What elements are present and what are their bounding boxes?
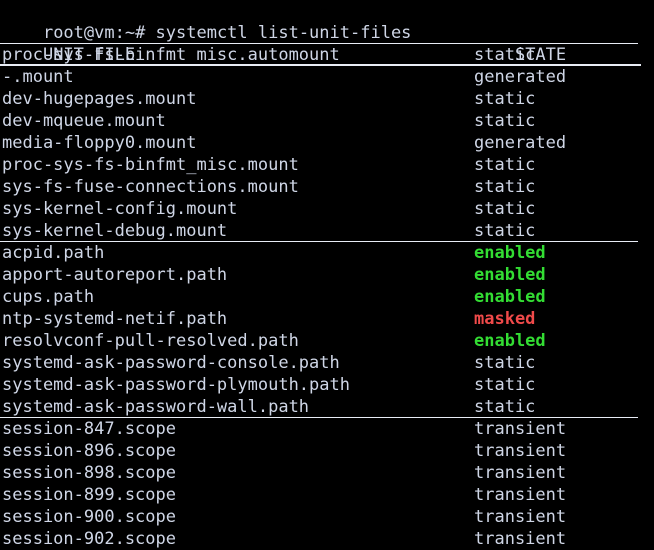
table-header-row: UNIT FILE STATE [0, 22, 654, 65]
unit-state-badge: static [474, 221, 536, 241]
unit-state-badge: transient [474, 485, 567, 505]
table-row: sys-fs-fuse-connections.mount static [0, 176, 654, 198]
table-row: ntp-systemd-netif.path masked [0, 308, 654, 330]
table-row: session-902.scope transient [0, 528, 654, 550]
table-row: session-898.scope transient [0, 462, 654, 484]
unit-file-name: dev-mqueue.mount [2, 111, 166, 131]
table-row: media-floppy0.mount generated [0, 132, 654, 154]
unit-files-table: proc-sys-fs-binfmt misc.automount static -… [0, 44, 654, 550]
unit-file-name: proc-sys-fs-binfmt misc.automount [2, 45, 340, 65]
unit-file-name: session-900.scope [2, 507, 176, 527]
table-row: session-899.scope transient [0, 484, 654, 506]
unit-file-name: resolvconf-pull-resolved.path [2, 331, 299, 351]
table-row: -.mount generated [0, 66, 654, 88]
unit-state-badge: transient [474, 441, 567, 461]
table-row: cups.path enabled [0, 286, 654, 308]
table-row: session-847.scope transient [0, 418, 654, 440]
table-row: apport-autoreport.path enabled [0, 264, 654, 286]
unit-state-badge: transient [474, 463, 567, 483]
table-row: sys-kernel-debug.mount static [0, 220, 654, 242]
unit-file-name: sys-kernel-debug.mount [2, 221, 228, 241]
unit-file-name: proc-sys-fs-binfmt_misc.mount [2, 155, 299, 175]
unit-state-badge: transient [474, 529, 567, 549]
unit-state-badge: static [474, 177, 536, 197]
unit-file-name: systemd-ask-password-plymouth.path [2, 375, 350, 395]
unit-file-name: session-902.scope [2, 529, 176, 549]
unit-state-badge: masked [474, 309, 536, 329]
unit-file-name: ntp-systemd-netif.path [2, 309, 228, 329]
table-row: proc-sys-fs-binfmt misc.automount static [0, 44, 654, 66]
unit-file-name: session-898.scope [2, 463, 176, 483]
unit-state-badge: generated [474, 67, 567, 87]
unit-state-badge: transient [474, 419, 567, 439]
unit-file-name: session-896.scope [2, 441, 176, 461]
unit-state-badge: static [474, 111, 536, 131]
unit-state-badge: enabled [474, 287, 546, 307]
unit-state-badge: enabled [474, 243, 546, 263]
unit-file-name: acpid.path [2, 243, 105, 263]
table-row: dev-hugepages.mount static [0, 88, 654, 110]
unit-file-name: apport-autoreport.path [2, 265, 228, 285]
unit-file-name: cups.path [2, 287, 95, 307]
unit-file-name: sys-kernel-config.mount [2, 199, 238, 219]
unit-state-badge: transient [474, 507, 567, 527]
unit-state-badge: static [474, 353, 536, 373]
unit-file-name: systemd-ask-password-wall.path [2, 397, 310, 417]
unit-state-badge: static [474, 397, 536, 417]
table-row: acpid.path enabled [0, 242, 654, 264]
unit-state-badge: static [474, 89, 536, 109]
table-row: resolvconf-pull-resolved.path enabled [0, 330, 654, 352]
unit-file-name: sys-fs-fuse-connections.mount [2, 177, 299, 197]
terminal-window[interactable]: root@vm:~# systemctl list-unit-files UNI… [0, 0, 654, 550]
unit-file-name: dev-hugepages.mount [2, 89, 197, 109]
unit-state-badge: enabled [474, 331, 546, 351]
unit-state-badge: enabled [474, 265, 546, 285]
table-row: sys-kernel-config.mount static [0, 198, 654, 220]
table-row: proc-sys-fs-binfmt_misc.mount static [0, 154, 654, 176]
unit-file-name: systemd-ask-password-console.path [2, 353, 340, 373]
table-row: session-896.scope transient [0, 440, 654, 462]
unit-state-badge: static [474, 375, 536, 395]
unit-file-name: session-847.scope [2, 419, 176, 439]
table-row: systemd-ask-password-wall.path static [0, 396, 654, 418]
unit-file-name: session-899.scope [2, 485, 176, 505]
unit-state-badge: generated [474, 133, 567, 153]
table-row: systemd-ask-password-plymouth.path static [0, 374, 654, 396]
unit-state-badge: static [474, 155, 536, 175]
prompt-line: root@vm:~# systemctl list-unit-files [0, 0, 654, 43]
unit-state-badge: static [474, 45, 536, 65]
unit-file-name: media-floppy0.mount [2, 133, 197, 153]
table-row: session-900.scope transient [0, 506, 654, 528]
table-row: systemd-ask-password-console.path static [0, 352, 654, 374]
unit-state-badge: static [474, 199, 536, 219]
unit-file-name: -.mount [2, 67, 74, 87]
table-row: dev-mqueue.mount static [0, 110, 654, 132]
